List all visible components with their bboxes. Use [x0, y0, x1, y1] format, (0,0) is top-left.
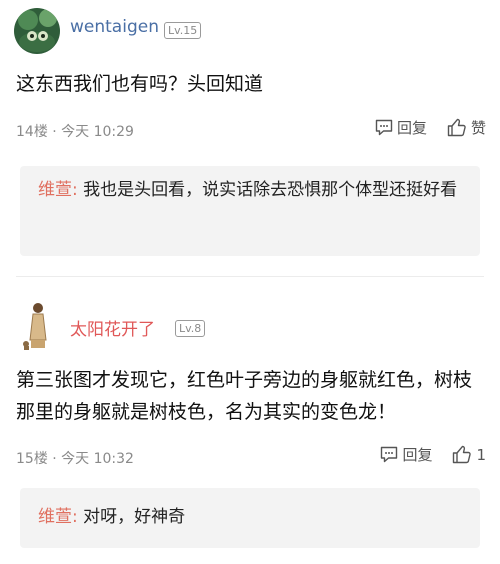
avatar[interactable]	[18, 300, 58, 352]
divider	[16, 276, 484, 277]
reply-label: 回复	[396, 119, 427, 137]
comment-actions: 回复 赞	[375, 117, 486, 138]
sub-reply-text: 对呀，好神奇	[77, 507, 186, 527]
level-badge: Lv.15	[164, 22, 202, 39]
sub-reply-author[interactable]: 维萱:	[38, 507, 78, 527]
comment-actions: 回复 1	[380, 444, 486, 465]
comment-card: 太阳花开了 Lv.8 第三张图才发现它，红色叶子旁边的身躯就红色，树枝那里的身躯…	[0, 288, 500, 564]
reply-label: 回复	[402, 446, 433, 464]
thumbs-up-icon	[447, 118, 467, 137]
comment-bubble-icon	[375, 119, 393, 136]
sub-reply-author[interactable]: 维萱:	[38, 180, 78, 200]
username[interactable]: wentaigen	[70, 17, 159, 37]
floor-time: 15楼 · 今天 10:32	[16, 451, 134, 467]
sub-reply[interactable]: 维萱: 对呀，好神奇	[20, 488, 480, 548]
like-count: 1	[476, 445, 486, 464]
comment-card: wentaigen Lv.15 这东西我们也有吗？头回知道 14楼 · 今天 1…	[0, 0, 500, 277]
reply-button[interactable]: 回复	[380, 444, 432, 465]
like-label: 赞	[470, 119, 486, 137]
level-badge: Lv.8	[175, 320, 206, 337]
username[interactable]: 太阳花开了	[70, 315, 155, 340]
avatar[interactable]	[14, 8, 60, 54]
comment-bubble-icon	[380, 446, 398, 463]
comment-text: 这东西我们也有吗？头回知道	[16, 73, 264, 95]
sub-reply-text: 我也是头回看，说实话除去恐惧那个体型还挺好看	[77, 180, 458, 200]
comment-text: 第三张图才发现它，红色叶子旁边的身躯就红色，树枝那里的身躯就是树枝色，名为其实的…	[16, 369, 473, 423]
thumbs-up-icon	[452, 445, 472, 464]
sub-reply[interactable]: 维萱: 我也是头回看，说实话除去恐惧那个体型还挺好看	[20, 166, 480, 256]
reply-button[interactable]: 回复	[375, 117, 427, 138]
like-button[interactable]: 1	[452, 445, 486, 464]
like-button[interactable]: 赞	[447, 117, 486, 138]
floor-time: 14楼 · 今天 10:29	[16, 124, 134, 140]
